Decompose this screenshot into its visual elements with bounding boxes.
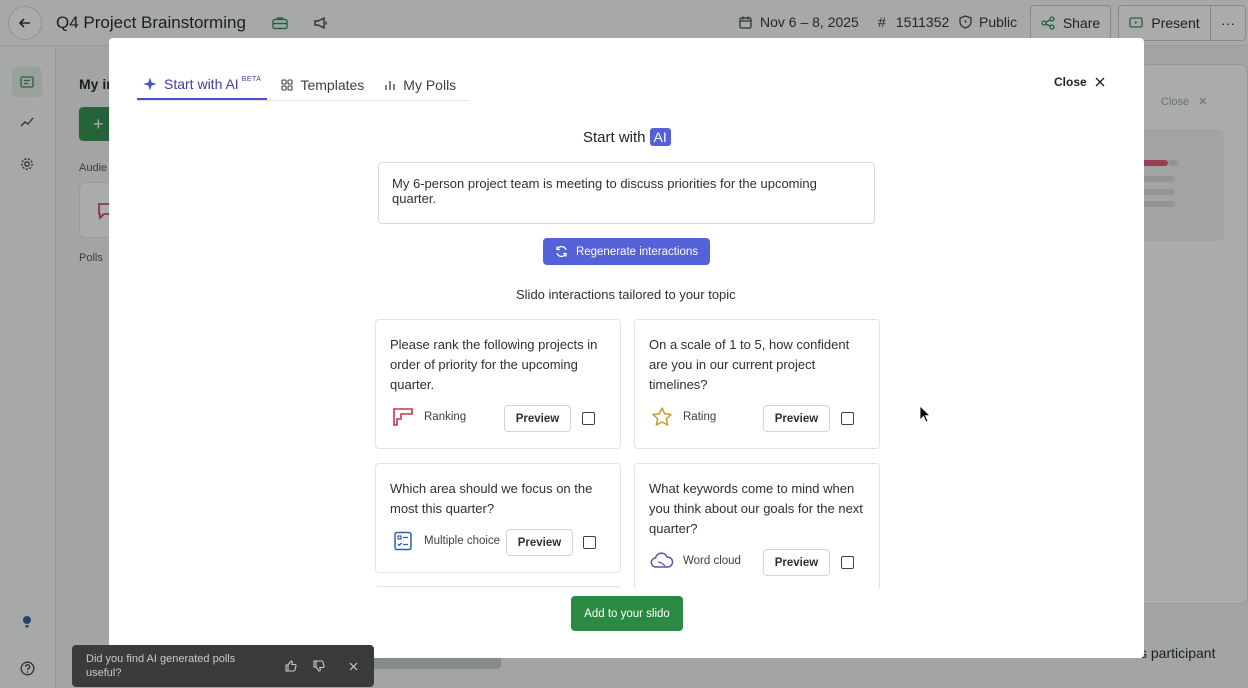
mouse-cursor-icon	[919, 405, 931, 423]
ai-badge: AI	[649, 128, 671, 146]
tab-label: Templates	[300, 77, 365, 93]
type-label: Ranking	[424, 411, 467, 423]
close-icon	[1095, 77, 1105, 87]
tab-label: My Polls	[403, 77, 457, 93]
dialog-close-button[interactable]: Close	[1054, 75, 1105, 89]
preview-button[interactable]: Preview	[763, 405, 830, 432]
select-checkbox[interactable]	[841, 556, 854, 569]
close-label: Close	[1054, 75, 1087, 89]
add-to-slido-button[interactable]: Add to your slido	[571, 596, 683, 631]
start-with-ai-dialog: Start with AI BETA Templates My Polls Cl…	[109, 38, 1144, 658]
select-checkbox[interactable]	[583, 536, 596, 549]
word-cloud-icon	[649, 548, 675, 574]
select-checkbox[interactable]	[582, 412, 595, 425]
type-label: Multiple choice	[424, 535, 501, 547]
card-question: What keywords come to mind when you thin…	[649, 481, 863, 536]
preview-button[interactable]: Preview	[506, 529, 573, 556]
card-question: Please rank the following projects in or…	[390, 337, 598, 392]
toast-message: Did you find AI generated polls useful?	[86, 653, 236, 679]
sparkle-icon	[143, 77, 157, 91]
suggestions-list: Please rank the following projects in or…	[371, 316, 891, 588]
tab-label: Start with AI	[164, 76, 239, 92]
card-type: Ranking	[390, 404, 466, 430]
refresh-icon	[556, 245, 567, 258]
select-checkbox[interactable]	[841, 412, 854, 425]
tab-templates[interactable]: Templates	[275, 70, 370, 100]
suggestion-card: What keywords come to mind when you thin…	[634, 463, 880, 588]
ranking-icon	[390, 404, 416, 430]
suggestion-card	[375, 586, 621, 588]
suggestions-heading: Slido interactions tailored to your topi…	[516, 287, 736, 302]
thumbs-down-icon[interactable]	[311, 658, 327, 674]
toast-close-icon[interactable]	[345, 658, 361, 674]
suggestion-card: On a scale of 1 to 5, how confident are …	[634, 319, 880, 449]
tab-start-with-ai[interactable]: Start with AI BETA	[137, 70, 268, 100]
suggestion-card: Please rank the following projects in or…	[375, 319, 621, 449]
card-question: Which area should we focus on the most t…	[390, 481, 593, 516]
card-type: Multiple choice	[390, 528, 500, 554]
card-question: On a scale of 1 to 5, how confident are …	[649, 337, 850, 392]
dialog-heading: Start with AI	[583, 128, 671, 146]
feedback-toast: Did you find AI generated polls useful?	[72, 645, 374, 687]
thumbs-up-icon[interactable]	[283, 658, 299, 674]
preview-button[interactable]: Preview	[504, 405, 571, 432]
preview-button[interactable]: Preview	[763, 549, 830, 576]
multiple-choice-icon	[390, 528, 416, 554]
card-type: Rating	[649, 404, 716, 430]
grid-icon	[281, 79, 294, 91]
regenerate-interactions-button[interactable]: Regenerate interactions	[543, 238, 710, 265]
bar-chart-icon	[385, 81, 395, 90]
star-icon	[649, 404, 675, 430]
dialog-tabs: Start with AI BETA Templates My Polls	[137, 70, 471, 101]
tab-my-polls[interactable]: My Polls	[378, 70, 462, 100]
regenerate-label: Regenerate interactions	[575, 245, 699, 258]
card-type: Word cloud	[649, 548, 741, 574]
type-label: Rating	[683, 411, 717, 423]
heading-text: Start with	[583, 128, 646, 146]
topic-prompt-input[interactable]: My 6-person project team is meeting to d…	[378, 162, 875, 224]
type-label: Word cloud	[683, 555, 741, 567]
beta-badge: BETA	[241, 75, 262, 83]
suggestion-card: Which area should we focus on the most t…	[375, 463, 621, 573]
